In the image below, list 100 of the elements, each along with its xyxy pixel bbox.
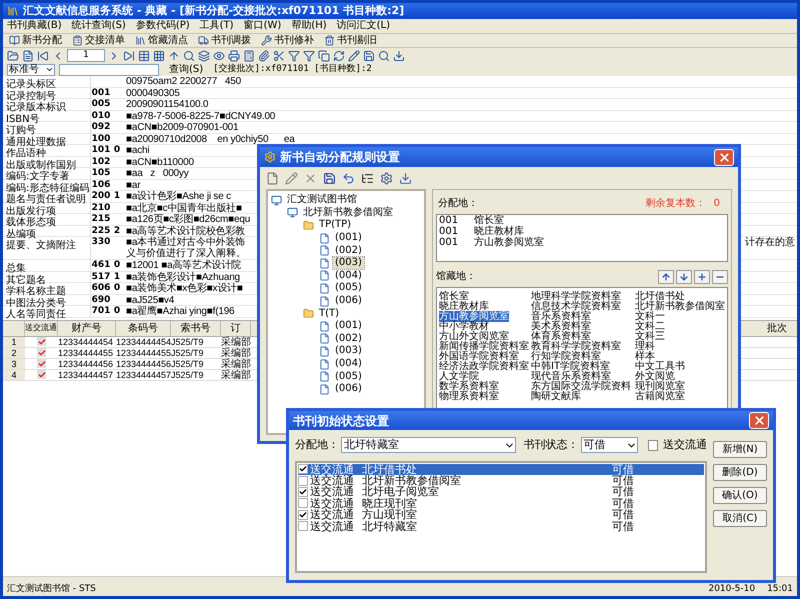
list-row[interactable]: 送交流通 方山现刊室 可借 — [298, 509, 704, 520]
list-item[interactable]: 陶研文献库 — [531, 391, 581, 402]
tree-item[interactable]: (004) — [333, 358, 364, 370]
list-item[interactable]: 新闻传播学院资料室 — [439, 341, 529, 352]
settings-icon[interactable] — [380, 172, 393, 184]
list-item[interactable]: 晓庄教材库 — [474, 226, 524, 237]
list-item[interactable]: 方山教参阅览室 — [439, 311, 509, 322]
list-item[interactable]: 经济法政学院资料室 — [439, 361, 529, 372]
tree-icon[interactable] — [361, 172, 374, 184]
row-checkbox[interactable] — [37, 348, 46, 357]
tree-item[interactable]: (005) — [333, 282, 364, 294]
filter-icon[interactable] — [303, 50, 315, 62]
assign-combobox[interactable]: 北圩特藏室 — [341, 437, 516, 454]
menu-item[interactable]: 工具(T) — [200, 20, 234, 32]
column-header[interactable]: 订 — [221, 320, 251, 336]
tree-item[interactable]: (006) — [333, 295, 364, 308]
list-row[interactable]: 送交流通 北圩新书教参借阅室 可借 — [298, 474, 704, 486]
page-field[interactable]: 1 — [67, 49, 105, 62]
menu-item[interactable]: 统计查询(S) — [72, 20, 126, 32]
list-item[interactable]: 信息技术学院资料室 — [531, 301, 621, 312]
list-row[interactable]: 送交流通 晓庄现刊室 可借 — [298, 498, 704, 510]
row-checkbox[interactable] — [298, 476, 308, 486]
tree-item[interactable]: (006) — [333, 383, 364, 396]
list-row[interactable]: 送交流通 北圩电子阅览室 可借 — [298, 486, 704, 498]
tree-item[interactable]: 北圩新书教参借阅室 — [301, 206, 395, 219]
row-checkbox[interactable] — [298, 486, 308, 497]
list-row[interactable]: 送交流通 北圩特藏室 可借 — [298, 520, 704, 532]
column-header[interactable]: 条码号 — [116, 320, 171, 336]
dialog-button[interactable]: 删除(D) — [713, 464, 767, 481]
list-item[interactable]: 现刊阅览室 — [635, 381, 685, 392]
tree-item[interactable]: 汇文测试图书馆 — [285, 194, 359, 206]
list-item[interactable]: 物理系资料室 — [439, 391, 499, 402]
row-checkbox[interactable] — [37, 359, 46, 368]
list-item[interactable]: 馆长室 — [439, 291, 469, 302]
first-icon[interactable] — [37, 50, 49, 62]
column-header[interactable]: 批次 — [757, 320, 797, 336]
toolbar-button[interactable]: 书刊调拨 — [196, 34, 253, 46]
search-field[interactable] — [59, 64, 159, 76]
close-button[interactable] — [749, 412, 769, 429]
menu-item[interactable]: 访问汇文(L) — [336, 20, 390, 32]
list-item[interactable]: 音乐系资料室 — [531, 311, 591, 322]
list-item[interactable]: 体育系资料室 — [531, 331, 591, 342]
move-up-button[interactable] — [658, 270, 674, 284]
row-checkbox[interactable] — [298, 464, 308, 474]
row-checkbox[interactable] — [298, 521, 308, 532]
layers-icon[interactable] — [198, 50, 210, 62]
copy-icon[interactable] — [318, 50, 330, 62]
dialog-button[interactable]: 确认(O) — [713, 487, 767, 504]
tree-item[interactable]: (003) — [333, 345, 364, 358]
dialog-button[interactable]: 取消(C) — [713, 510, 767, 527]
row-checkbox[interactable] — [37, 337, 46, 346]
row-checkbox[interactable] — [298, 498, 308, 508]
arrow-up-icon[interactable] — [168, 50, 180, 62]
list-item[interactable]: 北圩借书处 — [635, 291, 685, 302]
grid-icon[interactable] — [153, 50, 165, 62]
dialog-button[interactable]: 新增(N) — [713, 441, 767, 458]
edit-icon[interactable] — [285, 172, 298, 184]
list-item[interactable]: 外国语学院资料室 — [439, 351, 519, 362]
toolbar-button[interactable]: 新书分配 — [7, 34, 64, 46]
remove-button[interactable] — [712, 270, 728, 284]
toolbar-button[interactable]: 书刊修补 — [259, 34, 316, 46]
add-button[interactable] — [694, 270, 710, 284]
filter-icon[interactable] — [288, 50, 300, 62]
paperclip-icon[interactable] — [258, 50, 270, 62]
list-item[interactable]: 理科 — [635, 341, 655, 352]
download-icon[interactable] — [393, 50, 405, 62]
list-item[interactable]: 中小学教材 — [439, 321, 489, 332]
list-item[interactable]: 现代音乐系资料室 — [531, 371, 611, 382]
state-combobox[interactable]: 可借 — [580, 437, 638, 454]
save-icon[interactable] — [363, 50, 375, 62]
list-row[interactable]: 送交流通 北圩借书处 可借 — [298, 464, 704, 475]
list-item[interactable]: 数学系资料室 — [439, 381, 499, 392]
move-down-button[interactable] — [676, 270, 692, 284]
scissors-icon[interactable] — [273, 50, 285, 62]
new-icon[interactable] — [266, 172, 279, 184]
list-item[interactable]: 东方国际交流学院资料 — [531, 381, 631, 392]
refresh-icon[interactable] — [333, 50, 345, 62]
list-item[interactable]: 馆长室 — [474, 215, 504, 226]
tree-item[interactable]: (002) — [333, 332, 364, 345]
download-icon[interactable] — [399, 172, 412, 184]
menu-item[interactable]: 参数代码(P) — [136, 20, 190, 32]
query-button[interactable]: 查询(S) — [163, 64, 210, 76]
toolbar-button[interactable]: 交接清单 — [70, 34, 127, 46]
document-icon[interactable] — [22, 50, 34, 62]
toolbar-button[interactable]: 馆藏清点 — [133, 34, 190, 46]
list-item[interactable]: 文科一 — [635, 311, 665, 322]
menu-item[interactable]: 窗口(W) — [244, 20, 282, 32]
row-checkbox[interactable] — [298, 510, 308, 520]
tree-item[interactable]: (003) — [333, 257, 364, 270]
list-item[interactable]: 教育科学学院资料室 — [531, 341, 621, 352]
list-item[interactable]: 行知学院资料室 — [531, 351, 601, 362]
tree-item[interactable]: T(T) — [317, 308, 342, 320]
toolbar-button[interactable]: 书刊剔旧 — [322, 34, 379, 46]
tree-item[interactable]: (001) — [333, 320, 364, 332]
field-combobox[interactable]: 标准号 — [7, 64, 55, 76]
list-item[interactable]: 文科二 — [635, 321, 665, 332]
list-item[interactable]: 中文工具书 — [635, 361, 685, 372]
list-item[interactable]: 地理科学学院资料室 — [531, 291, 621, 302]
tree-item[interactable]: TP(TP) — [317, 219, 354, 232]
tree-item[interactable]: (002) — [333, 244, 364, 257]
